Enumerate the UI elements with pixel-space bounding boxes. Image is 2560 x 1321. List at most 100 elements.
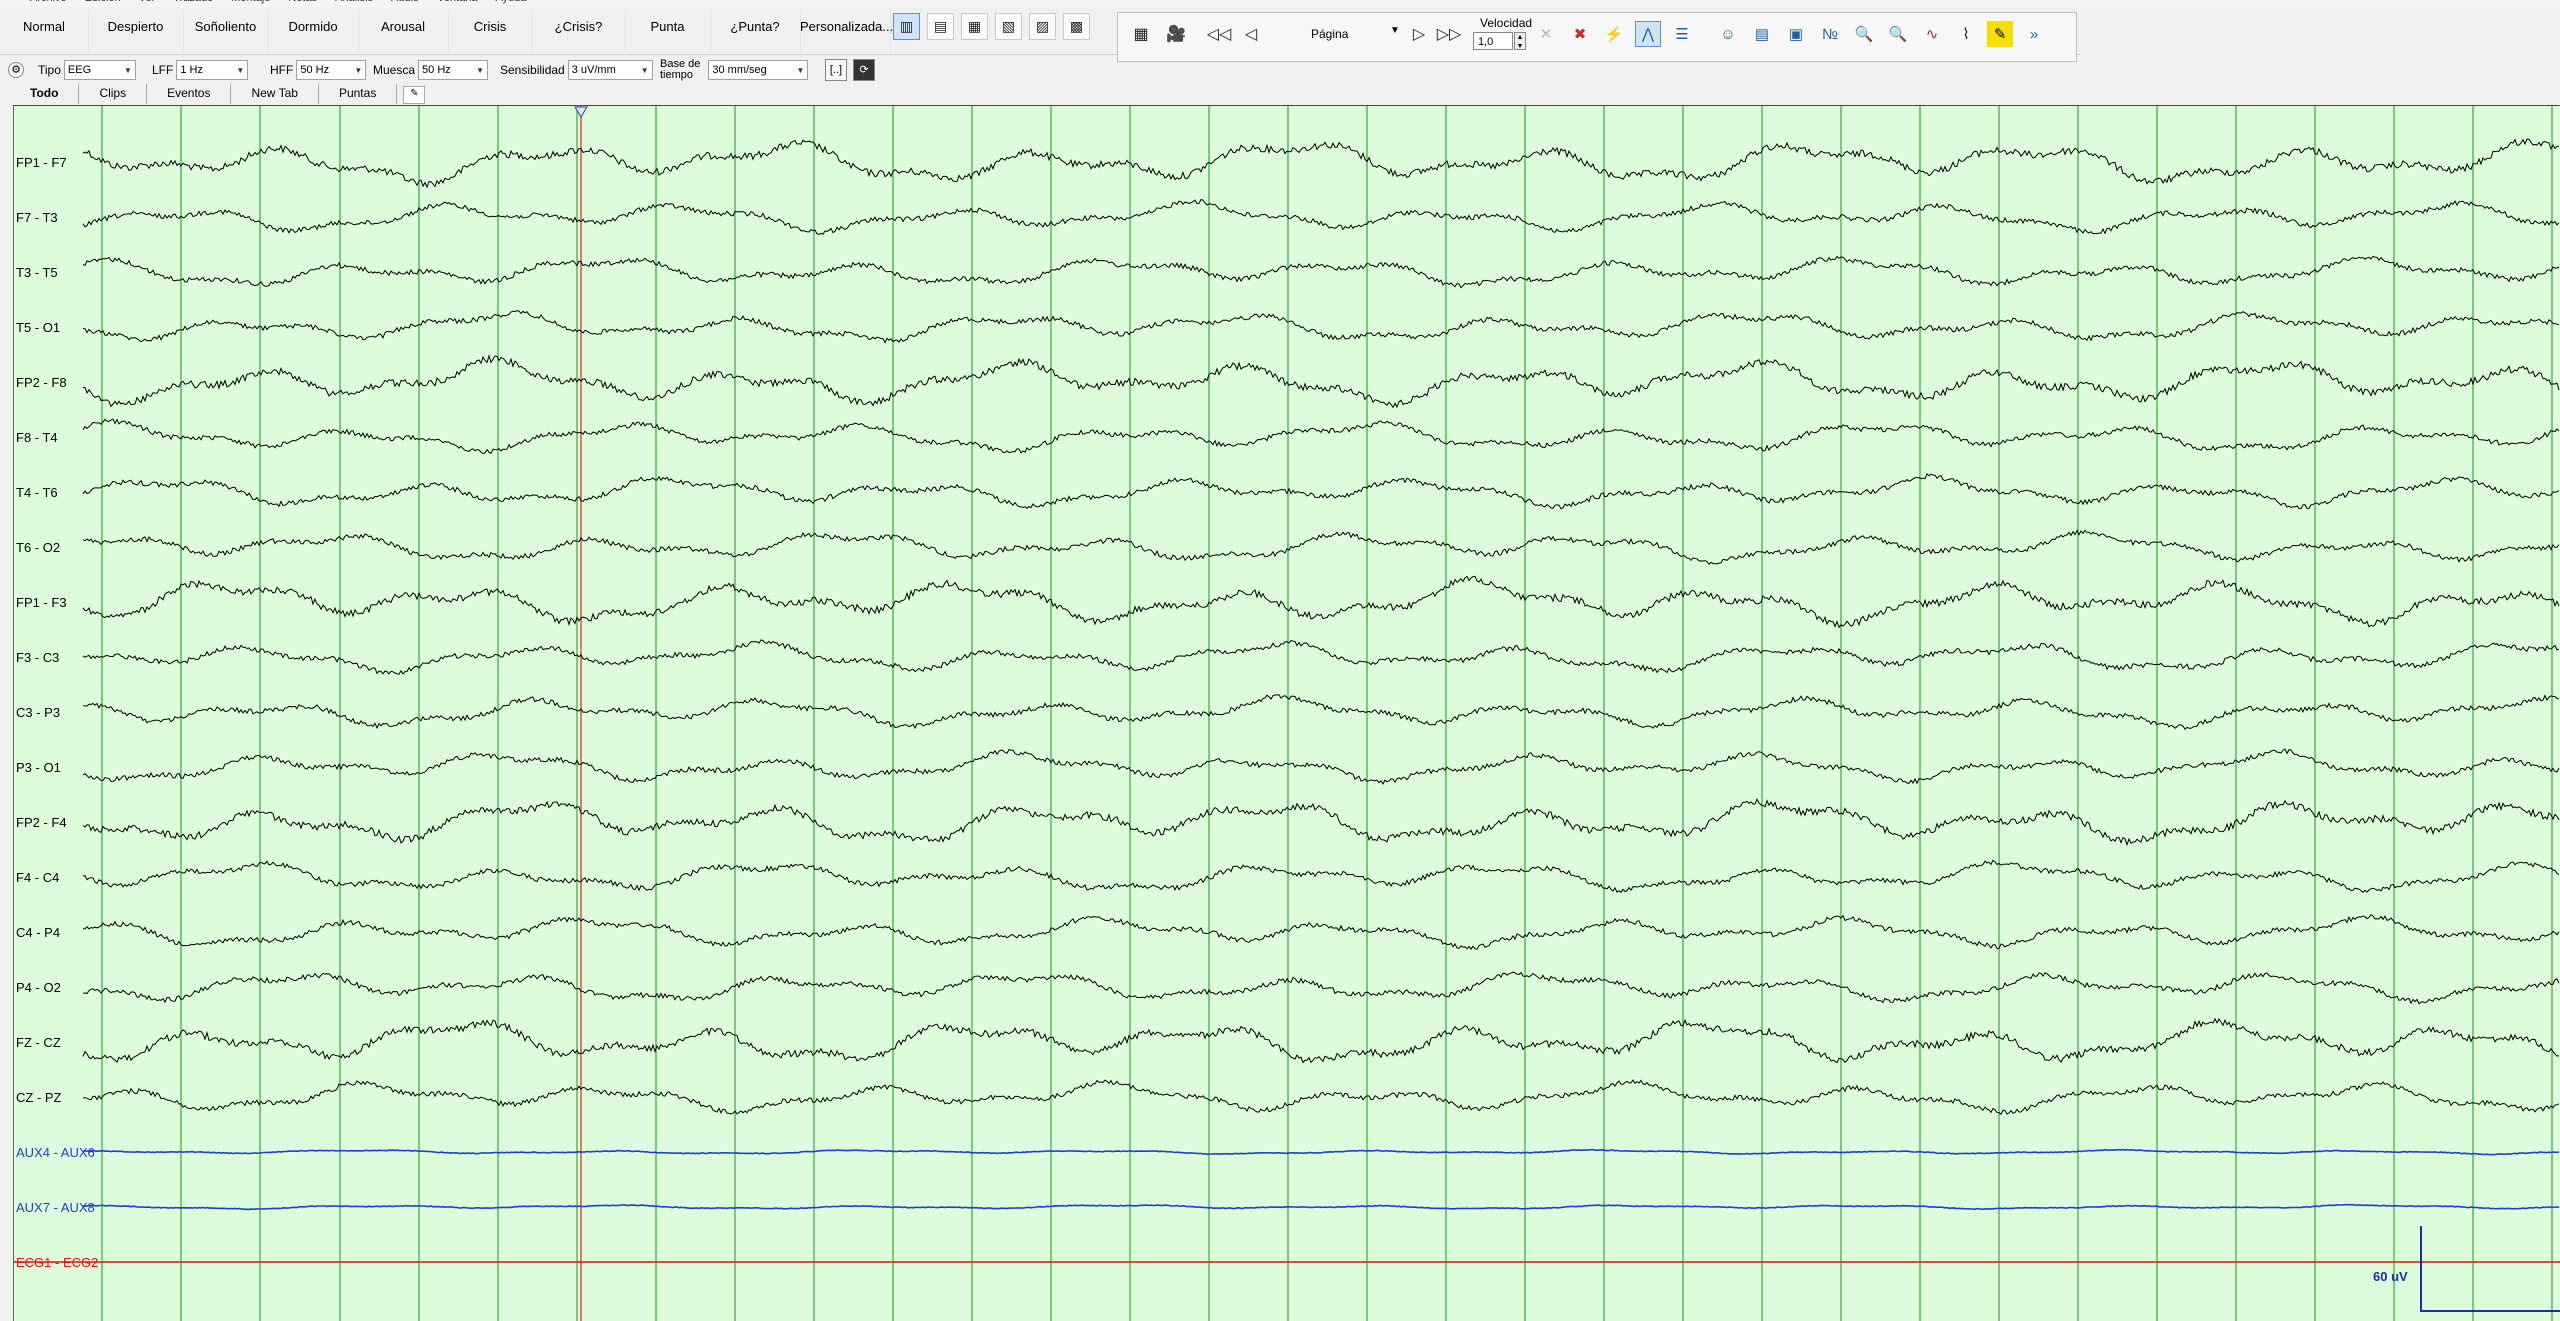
refresh-button[interactable]: ⟳ xyxy=(853,59,875,81)
eeg-trace-area[interactable]: FP1 - F7 F7 - T3 T3 - T5 T5 - O1 FP2 - F8 F8 … xyxy=(13,106,2560,1321)
timebase-select[interactable]: 30 mm/seg ▼ xyxy=(708,60,809,80)
tipo-select[interactable]: EEG ▼ xyxy=(63,60,136,80)
bracket-button[interactable]: [..] xyxy=(825,59,847,81)
numbering-icon[interactable]: № xyxy=(1817,21,1843,47)
navigation-group: ▦ 🎥 ◁◁ ◁ Página ▼ ▷ ▷▷ Velocidad 1,0 ▲ ▼ … xyxy=(1117,12,2077,62)
channel-label[interactable]: F4 - C4 xyxy=(16,870,59,885)
channel-trace xyxy=(82,138,2560,189)
speed-input[interactable]: 1,0 xyxy=(1473,32,1513,50)
layout-6-icon[interactable]: ▩ xyxy=(1063,13,1090,40)
channel-trace xyxy=(82,1148,2560,1156)
channel-trace xyxy=(82,798,2560,847)
channel-label[interactable]: ECG1 - ECG2 xyxy=(16,1255,98,1270)
event-button[interactable]: Personalizada... xyxy=(800,10,893,52)
channel-label[interactable]: C3 - P3 xyxy=(16,705,60,720)
channel-trace xyxy=(82,255,2560,289)
settings-icon[interactable]: ⚙ xyxy=(8,62,24,78)
muesca-label: Muesca xyxy=(373,63,416,77)
channel-label[interactable]: T6 - O2 xyxy=(16,540,60,555)
page-dropdown-icon[interactable]: ▼ xyxy=(1390,25,1400,36)
channel-trace xyxy=(82,310,2560,344)
event-button[interactable]: Soñoliento xyxy=(183,10,269,52)
event-button[interactable]: ¿Punta? xyxy=(710,10,801,52)
event-button[interactable]: Normal xyxy=(0,10,89,52)
channel-trace xyxy=(82,198,2560,235)
note-icon[interactable]: ✎ xyxy=(403,86,426,104)
person-icon[interactable]: ☺ xyxy=(1715,21,1741,47)
tab-eventos[interactable]: Eventos xyxy=(147,84,232,104)
channel-label[interactable]: F7 - T3 xyxy=(16,210,58,225)
channel-label[interactable]: T4 - T6 xyxy=(16,485,58,500)
waveform-icon[interactable]: ∿ xyxy=(1919,21,1945,47)
zoom-icon[interactable]: 🔍 xyxy=(1851,21,1877,47)
chevron-down-icon: ▼ xyxy=(354,65,363,75)
video-icon[interactable]: 🎥 xyxy=(1163,21,1189,47)
channel-label[interactable]: FP2 - F4 xyxy=(16,815,67,830)
marker-icon[interactable]: ✖ xyxy=(1567,21,1593,47)
channel-label[interactable]: F3 - C3 xyxy=(16,650,59,665)
photic-icon[interactable]: ⚡ xyxy=(1601,21,1627,47)
spike-wave-icon[interactable]: ⌇ xyxy=(1953,21,1979,47)
montage-icon[interactable]: ▦ xyxy=(1128,21,1154,47)
sensitivity-select[interactable]: 3 uV/mm ▼ xyxy=(567,60,653,80)
event-button[interactable]: ¿Crisis? xyxy=(532,10,626,52)
chevron-down-icon: ▼ xyxy=(476,65,485,75)
rewind-fast-icon[interactable]: ◁◁ xyxy=(1206,21,1232,47)
highlight-icon[interactable]: ✎ xyxy=(1987,21,2013,47)
montage-edit-icon[interactable]: ☰ xyxy=(1669,21,1695,47)
channel-label[interactable]: AUX7 - AUX8 xyxy=(16,1200,95,1215)
channel-label[interactable]: FP2 - F8 xyxy=(16,375,67,390)
tab-todo[interactable]: Todo xyxy=(10,84,80,104)
spike-icon[interactable]: ⋀ xyxy=(1635,21,1661,47)
lff-label: LFF xyxy=(152,63,174,77)
more-icon[interactable]: » xyxy=(2021,21,2047,47)
report-icon[interactable]: ▤ xyxy=(1749,21,1775,47)
layout-4-icon[interactable]: ▧ xyxy=(995,13,1022,40)
channel-trace xyxy=(82,473,2560,510)
timebase-label-line-2: tiempo xyxy=(660,69,694,81)
layout-1-icon[interactable]: ▥ xyxy=(893,13,920,40)
channel-label[interactable]: FP1 - F7 xyxy=(16,155,67,170)
layout-5-icon[interactable]: ▨ xyxy=(1029,13,1056,40)
timebase-value: 30 mm/seg xyxy=(712,64,767,76)
cursor-disabled-icon[interactable]: ✕ xyxy=(1533,21,1559,47)
channel-label[interactable]: T3 - T5 xyxy=(16,265,58,280)
channel-label[interactable]: P3 - O1 xyxy=(16,760,61,775)
hff-select[interactable]: 50 Hz ▼ xyxy=(296,60,367,80)
channel-label[interactable]: AUX4 - AUX6 xyxy=(16,1145,95,1160)
step-back-icon[interactable]: ◁ xyxy=(1238,21,1264,47)
page-label[interactable]: Página xyxy=(1311,27,1348,41)
channel-label[interactable]: FZ - CZ xyxy=(16,1035,61,1050)
speed-spinner[interactable]: ▲ ▼ xyxy=(1514,32,1526,50)
channel-trace xyxy=(82,529,2560,565)
report-2-icon[interactable]: ▣ xyxy=(1783,21,1809,47)
settings-toolbar: ⚙ Tipo EEG ▼ LFF 1 Hz ▼ HFF 50 Hz ▼ Muesca … xyxy=(0,56,880,84)
tab-puntas[interactable]: Puntas xyxy=(319,84,398,104)
channel-label[interactable]: P4 - O2 xyxy=(16,980,61,995)
forward-fast-icon[interactable]: ▷▷ xyxy=(1436,21,1462,47)
sensitivity-label: Sensibilidad xyxy=(500,63,565,77)
channel-trace xyxy=(82,1079,2560,1116)
sensitivity-value: 3 uV/mm xyxy=(571,64,616,76)
tab-clips[interactable]: Clips xyxy=(79,84,148,104)
layout-3-icon[interactable]: ▦ xyxy=(961,13,988,40)
event-button[interactable]: Dormido xyxy=(268,10,359,52)
event-button[interactable]: Arousal xyxy=(358,10,449,52)
event-button[interactable]: Despierto xyxy=(88,10,184,52)
eeg-traces: FP1 - F7 F7 - T3 T3 - T5 T5 - O1 FP2 - F8 F8 … xyxy=(13,106,2560,1321)
speed-label: Velocidad xyxy=(1480,16,1533,30)
tab-new-tab[interactable]: New Tab xyxy=(231,84,319,104)
event-button[interactable]: Punta xyxy=(625,10,711,52)
event-button[interactable]: Crisis xyxy=(448,10,533,52)
step-forward-icon[interactable]: ▷ xyxy=(1406,21,1432,47)
channel-label[interactable]: C4 - P4 xyxy=(16,925,60,940)
channel-label[interactable]: T5 - O1 xyxy=(16,320,60,335)
zoom-disabled-icon[interactable]: 🔍 xyxy=(1885,21,1911,47)
channel-label[interactable]: CZ - PZ xyxy=(16,1090,62,1105)
layout-2-icon[interactable]: ▤ xyxy=(927,13,954,40)
channel-label[interactable]: FP1 - F3 xyxy=(16,595,67,610)
muesca-select[interactable]: 50 Hz ▼ xyxy=(418,60,489,80)
chevron-down-icon: ▼ xyxy=(123,65,132,75)
channel-label[interactable]: F8 - T4 xyxy=(16,430,58,445)
lff-select[interactable]: 1 Hz ▼ xyxy=(176,60,249,80)
